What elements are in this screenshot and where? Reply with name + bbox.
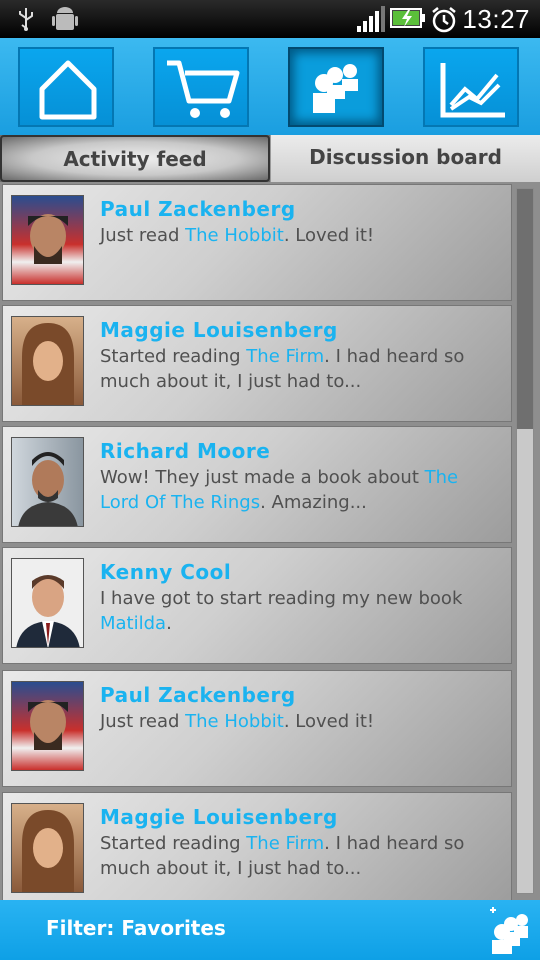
nav-stats-button[interactable]	[423, 47, 519, 127]
add-friend-icon[interactable]	[484, 906, 534, 954]
feed-post[interactable]: Paul Zackenberg Just read The Hobbit. Lo…	[2, 184, 512, 301]
signal-icon	[357, 6, 385, 32]
avatar	[11, 316, 84, 406]
cart-icon	[167, 60, 240, 118]
home-icon	[39, 60, 97, 120]
avatar	[11, 558, 84, 648]
feed-post[interactable]: Richard Moore Wow! They just made a book…	[2, 426, 512, 543]
book-link[interactable]: The Hobbit	[185, 225, 284, 246]
post-author[interactable]: Kenny Cool	[100, 560, 231, 584]
feed-post[interactable]: Maggie Louisenberg Started reading The F…	[2, 792, 512, 900]
status-bar: 13:27	[0, 0, 540, 38]
book-link[interactable]: Matilda	[100, 613, 166, 634]
nav-community-button[interactable]	[288, 47, 384, 127]
tab-activity-feed[interactable]: Activity feed	[0, 135, 270, 182]
post-message: Wow! They just made a book about The Lor…	[100, 467, 459, 513]
post-author[interactable]: Maggie Louisenberg	[100, 318, 338, 342]
avatar	[11, 195, 84, 285]
usb-icon	[19, 8, 33, 31]
android-debug-icon	[52, 7, 78, 30]
tab-discussion-board[interactable]: Discussion board	[270, 135, 540, 182]
activity-feed-list[interactable]: Paul Zackenberg Just read The Hobbit. Lo…	[0, 182, 540, 900]
tab-bar: Activity feed Discussion board	[0, 135, 540, 182]
book-link[interactable]: The Hobbit	[185, 711, 284, 732]
book-link[interactable]: The Firm	[246, 833, 324, 854]
feed-post[interactable]: Kenny Cool I have got to start reading m…	[2, 547, 512, 664]
filter-button[interactable]: Filter: Favorites	[46, 916, 226, 940]
nav-cart-button[interactable]	[153, 47, 249, 127]
post-author[interactable]: Maggie Louisenberg	[100, 805, 338, 829]
feed-post[interactable]: Maggie Louisenberg Started reading The F…	[2, 305, 512, 422]
clock: 13:27	[462, 4, 530, 34]
nav-home-button[interactable]	[18, 47, 114, 127]
avatar	[11, 681, 84, 771]
chart-icon	[440, 63, 505, 118]
feed-post[interactable]: Paul Zackenberg Just read The Hobbit. Lo…	[2, 670, 512, 787]
post-message: Started reading The Firm. I had heard so…	[100, 346, 465, 392]
alarm-icon	[432, 7, 456, 33]
battery-charging-icon	[390, 8, 425, 28]
post-message: Just read The Hobbit. Loved it!	[100, 711, 375, 732]
post-message: Just read The Hobbit. Loved it!	[100, 225, 375, 246]
people-icon	[313, 64, 358, 113]
top-navigation	[0, 38, 540, 135]
post-message: I have got to start reading my new book …	[100, 588, 463, 634]
avatar	[11, 803, 84, 893]
post-author[interactable]: Paul Zackenberg	[100, 197, 296, 221]
post-message: Started reading The Firm. I had heard so…	[100, 833, 465, 879]
bottom-bar: Filter: Favorites	[0, 900, 540, 960]
avatar	[11, 437, 84, 527]
book-link[interactable]: The Firm	[246, 346, 324, 367]
feed-scrollbar[interactable]	[516, 188, 534, 894]
scroll-thumb[interactable]	[517, 189, 533, 429]
post-author[interactable]: Paul Zackenberg	[100, 683, 296, 707]
post-author[interactable]: Richard Moore	[100, 439, 270, 463]
